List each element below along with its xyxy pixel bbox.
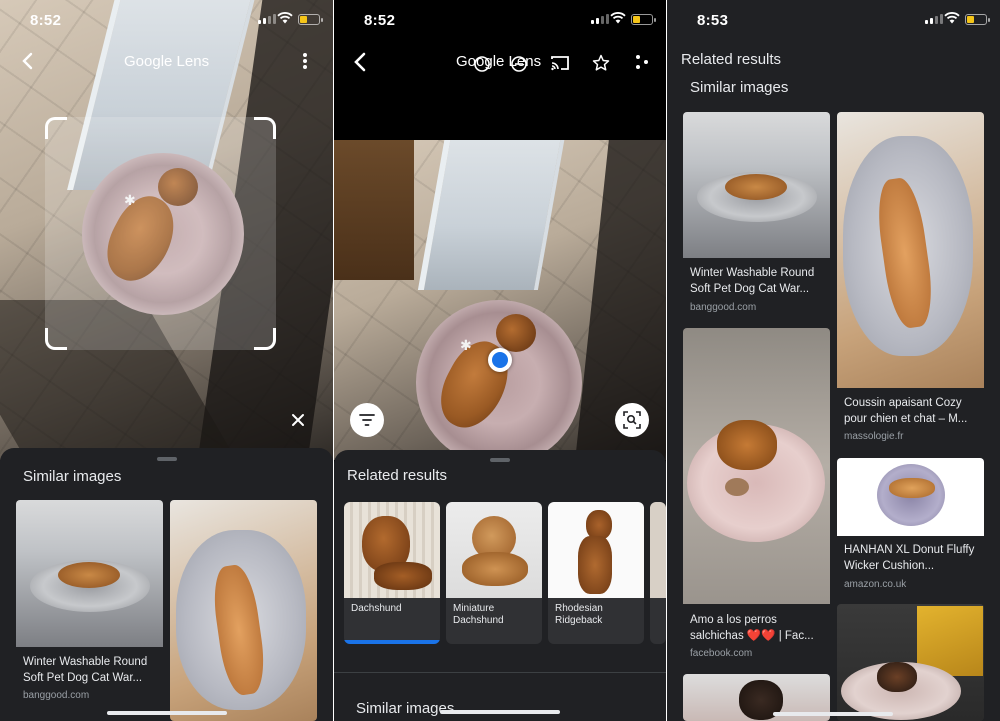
result-source: banggood.com [23, 690, 90, 701]
toy-snowflake-icon: ✱ [460, 337, 472, 353]
related-card-dachshund[interactable]: Dachshund [344, 502, 440, 644]
status-time: 8:52 [364, 12, 396, 29]
related-results-title: Related results [347, 467, 448, 484]
battery-icon [631, 14, 656, 25]
cast-icon[interactable] [550, 54, 570, 72]
signal-icon [258, 14, 276, 24]
flash-icon[interactable] [473, 55, 491, 73]
star-icon[interactable] [592, 54, 610, 72]
status-bar: 8:52 [334, 0, 666, 40]
result-card[interactable] [837, 604, 984, 721]
share-icon[interactable] [634, 54, 650, 70]
wifi-icon [277, 12, 293, 24]
home-indicator [440, 710, 560, 714]
related-results-header: Related results [681, 51, 782, 68]
result-source: facebook.com [690, 648, 753, 659]
wifi-icon [610, 12, 626, 24]
similar-images-title: Similar images [356, 700, 455, 717]
more-vert-icon[interactable] [302, 52, 308, 70]
status-bar: 8:52 [0, 0, 333, 40]
related-label: Rhodesian Ridgeback [555, 603, 603, 626]
status-time: 8:52 [30, 12, 62, 29]
back-arrow-icon[interactable] [20, 52, 36, 70]
result-thumbnail [683, 112, 830, 258]
result-caption: HANHAN XL Donut Fluffy Wicker Cushion... [844, 544, 975, 572]
filter-icon [359, 414, 375, 426]
related-thumbnail [446, 502, 542, 598]
related-card-partial[interactable] [650, 502, 666, 644]
result-card[interactable]: Amo a los perros salchichas ❤️❤️ | Fac..… [683, 328, 830, 664]
result-thumbnail [837, 458, 984, 536]
result-source: banggood.com [690, 302, 757, 313]
result-caption: Winter Washable Round Soft Pet Dog Cat W… [23, 656, 148, 684]
signal-icon [591, 14, 609, 24]
battery-icon [965, 14, 990, 25]
phone-screen-2: ✱ 8:52 Google Lens Related results Dachs… [334, 0, 666, 721]
result-thumbnail [683, 328, 830, 604]
result-thumbnail [837, 112, 984, 388]
home-indicator [773, 712, 893, 716]
status-time: 8:53 [697, 12, 729, 29]
back-arrow-icon[interactable] [352, 52, 368, 72]
related-thumbnail [344, 502, 440, 598]
object-hotspot[interactable] [488, 348, 512, 372]
result-source: massologie.fr [844, 431, 904, 442]
similar-images-title: Similar images [690, 79, 789, 96]
app-title: Google Lens [456, 53, 542, 70]
phone-screen-3: 8:53 Related results Similar images Wint… [667, 0, 1000, 721]
related-card-miniature-dachshund[interactable]: Miniature Dachshund [446, 502, 542, 644]
similar-images-title: Similar images [23, 468, 122, 485]
result-card[interactable]: Coussin apaisant Cozy pour chien et chat… [837, 112, 984, 450]
result-card[interactable] [170, 500, 317, 721]
phone-screen-1: ✱ 8:52 Google Lens Similar images Winter… [0, 0, 333, 721]
result-caption: Coussin apaisant Cozy pour chien et chat… [844, 397, 968, 425]
screenshot-collage: ✱ 8:52 Google Lens Similar images Winter… [0, 0, 1000, 721]
selected-indicator [344, 640, 440, 644]
result-card[interactable]: HANHAN XL Donut Fluffy Wicker Cushion...… [837, 458, 984, 596]
bottom-sheet[interactable]: Similar images Winter Washable Round Sof… [0, 448, 333, 721]
result-caption: Amo a los perros salchichas ❤️❤️ | Fac..… [690, 614, 814, 642]
related-thumbnail [548, 502, 644, 598]
result-card[interactable]: Winter Washable Round Soft Pet Dog Cat W… [16, 500, 163, 720]
selection-region[interactable] [45, 117, 276, 350]
signal-icon [925, 14, 943, 24]
search-region-icon [623, 411, 641, 429]
related-label: Dachshund [351, 603, 402, 614]
result-card[interactable]: Winter Washable Round Soft Pet Dog Cat W… [683, 112, 830, 320]
filter-button[interactable] [350, 403, 384, 437]
result-thumbnail [837, 604, 984, 721]
battery-icon [298, 14, 323, 25]
close-icon[interactable] [291, 413, 305, 427]
app-title: Google Lens [124, 53, 210, 70]
status-bar: 8:53 [667, 0, 1000, 40]
section-divider [334, 672, 666, 673]
search-region-button[interactable] [615, 403, 649, 437]
related-label: Miniature Dachshund [453, 603, 504, 626]
wifi-icon [944, 12, 960, 24]
home-indicator [107, 711, 227, 715]
result-thumbnail [16, 500, 163, 647]
result-thumbnail [170, 500, 317, 721]
result-source: amazon.co.uk [844, 579, 907, 590]
related-card-rhodesian-ridgeback[interactable]: Rhodesian Ridgeback [548, 502, 644, 644]
sheet-handle[interactable] [156, 457, 177, 461]
sheet-handle[interactable] [490, 458, 510, 462]
result-caption: Winter Washable Round Soft Pet Dog Cat W… [690, 267, 815, 295]
lens-icon[interactable] [510, 55, 528, 73]
